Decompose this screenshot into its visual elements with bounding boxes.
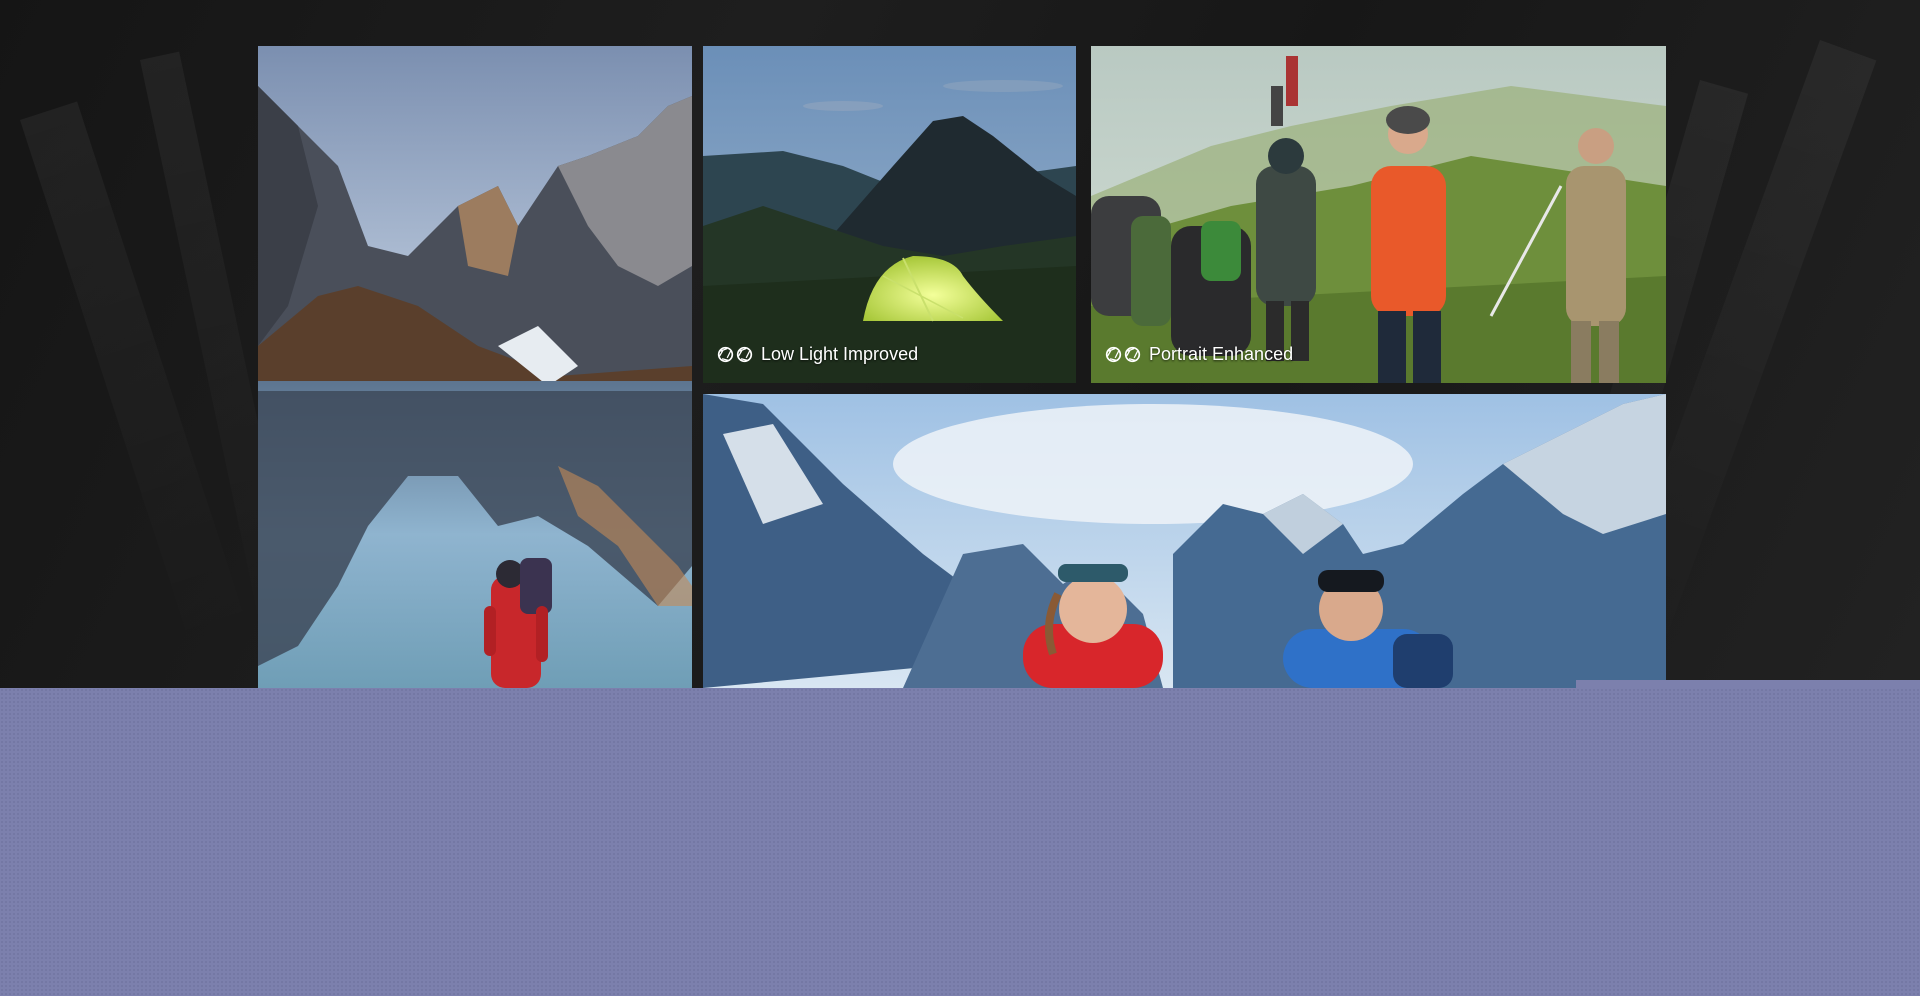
hiking-couple-photo[interactable] — [703, 394, 1666, 688]
lake-hiker-photo[interactable] — [258, 46, 692, 688]
hiking-couple-image — [703, 394, 1666, 688]
bottom-panel — [0, 688, 1920, 996]
tent-caption-text: Low Light Improved — [761, 344, 919, 364]
group-caption-text: Portrait Enhanced — [1149, 344, 1294, 364]
tent-caption: Low Light Improved — [717, 344, 918, 365]
group-caption: Portrait Enhanced — [1105, 344, 1293, 365]
page-stage: Low Light Improved Portrait Enhanced — [0, 0, 1920, 996]
aperture-icon — [1105, 346, 1141, 363]
tent-night-image — [703, 46, 1076, 383]
bottom-notch — [1576, 680, 1920, 688]
hiking-group-photo[interactable]: Portrait Enhanced — [1091, 46, 1666, 383]
hiking-group-image — [1091, 46, 1666, 383]
tent-night-photo[interactable]: Low Light Improved — [703, 46, 1076, 383]
aperture-icon — [717, 346, 753, 363]
lake-hiker-image — [258, 46, 692, 688]
